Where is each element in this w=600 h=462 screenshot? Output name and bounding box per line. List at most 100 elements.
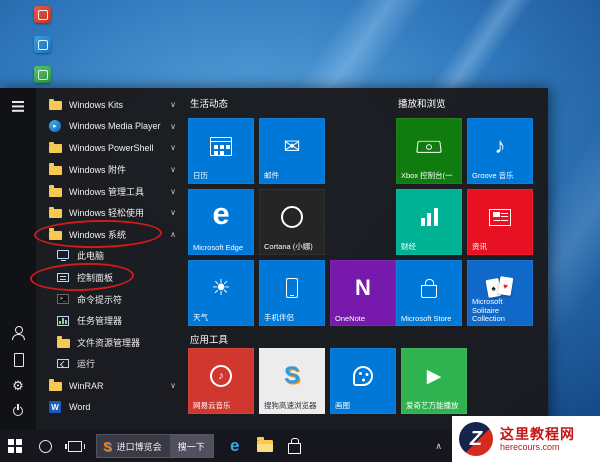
app-list-item-file-explorer[interactable]: 文件资源管理器 bbox=[36, 332, 186, 354]
app-list-item-word[interactable]: W Word bbox=[36, 396, 186, 418]
tile-money[interactable]: 财经 bbox=[396, 189, 462, 255]
start-button[interactable] bbox=[0, 430, 30, 462]
chevron-down-icon: ∨ bbox=[170, 381, 176, 391]
tile-weather[interactable]: ☀ 天气 bbox=[188, 260, 254, 326]
tile-label: 画图 bbox=[335, 401, 350, 410]
app-list-item-this-pc[interactable]: 此电脑 bbox=[36, 245, 186, 267]
tile-microsoft-store[interactable]: Microsoft Store bbox=[396, 260, 462, 326]
tile-iqiyi-player[interactable]: ▶ 爱奇艺万能播放 bbox=[401, 348, 467, 414]
desktop-shortcut-3[interactable] bbox=[34, 66, 51, 83]
app-list-item-windows-media-player[interactable]: ▸ Windows Media Player ∨ bbox=[36, 116, 186, 138]
tile-calendar[interactable]: 日历 bbox=[188, 118, 254, 184]
app-list-item-windows-accessories[interactable]: Windows 附件 ∨ bbox=[36, 159, 186, 181]
tile-cortana[interactable]: Cortana (小娜) bbox=[259, 189, 325, 255]
start-menu-rail: ⚙ bbox=[0, 88, 36, 430]
tile-label: 日历 bbox=[193, 171, 208, 180]
tray-expand-icon[interactable]: ∧ bbox=[435, 430, 442, 462]
app-list-item-run[interactable]: 运行 bbox=[36, 353, 186, 375]
sogou-icon: S bbox=[283, 362, 300, 389]
file-explorer-icon bbox=[56, 336, 70, 348]
chevron-down-icon: ∨ bbox=[170, 121, 176, 131]
tile-solitaire[interactable]: ♠ ♥ Microsoft Solitaire Collection bbox=[467, 260, 533, 326]
search-button[interactable]: 搜一下 bbox=[169, 435, 213, 457]
tile-label: Microsoft Store bbox=[401, 314, 452, 323]
calendar-icon bbox=[188, 118, 254, 174]
taskbar-search-box[interactable]: S 进口博览会 搜一下 bbox=[96, 434, 214, 458]
folder-icon bbox=[48, 98, 62, 111]
folder-icon bbox=[48, 206, 62, 219]
documents-icon[interactable] bbox=[11, 352, 25, 367]
watermark-badge: Z 这里教程网 herecours.com bbox=[452, 416, 600, 462]
app-label: 控制面板 bbox=[77, 273, 114, 284]
folder-icon bbox=[48, 163, 62, 176]
phone-icon bbox=[259, 260, 325, 316]
taskbar-store-button[interactable] bbox=[280, 430, 310, 462]
tile-xbox[interactable]: Xbox 控制台(一 bbox=[396, 118, 462, 184]
cortana-circle-icon bbox=[38, 439, 52, 453]
desktop-shortcut-2[interactable] bbox=[34, 36, 51, 53]
app-list-item-control-panel[interactable]: 控制面板 bbox=[36, 267, 186, 289]
tile-label: Cortana (小娜) bbox=[264, 242, 313, 251]
app-label: Word bbox=[69, 402, 91, 413]
settings-gear-icon[interactable]: ⚙ bbox=[11, 378, 25, 392]
task-view-button[interactable] bbox=[60, 430, 90, 462]
app-list-item-windows-ease-of-access[interactable]: Windows 轻松使用 ∨ bbox=[36, 202, 186, 224]
tile-label: 爱奇艺万能播放 bbox=[406, 401, 459, 410]
tile-label: 搜狗高速浏览器 bbox=[264, 401, 317, 410]
hamburger-menu-icon[interactable] bbox=[11, 98, 25, 112]
tile-news[interactable]: 资讯 bbox=[467, 189, 533, 255]
app-list-item-command-prompt[interactable]: >_ 命令提示符 bbox=[36, 288, 186, 310]
app-list-item-windows-system[interactable]: Windows 系统 ∧ bbox=[36, 224, 186, 246]
app-list-item-windows-kits[interactable]: Windows Kits ∨ bbox=[36, 94, 186, 116]
tile-phone-companion[interactable]: 手机伴侣 bbox=[259, 260, 325, 326]
tile-paint[interactable]: 画图 bbox=[330, 348, 396, 414]
app-label: 任务管理器 bbox=[77, 316, 123, 327]
play-icon: ▶ bbox=[426, 365, 442, 387]
computer-icon bbox=[57, 249, 69, 262]
tile-groove-music[interactable]: ♪ Groove 音乐 bbox=[467, 118, 533, 184]
tile-label: Groove 音乐 bbox=[472, 171, 514, 180]
tiles-panel: 生活动态 播放和浏览 应用工具 日历 ✉ 邮件 e Microsoft Edge… bbox=[186, 88, 548, 430]
user-account-icon[interactable] bbox=[11, 326, 25, 340]
paint-palette-icon bbox=[330, 348, 396, 404]
app-list-item-task-manager[interactable]: 任务管理器 bbox=[36, 310, 186, 332]
folder-icon bbox=[256, 437, 273, 452]
app-label: 此电脑 bbox=[77, 251, 105, 262]
heart-card: ♥ bbox=[497, 276, 514, 296]
xbox-console-icon bbox=[396, 118, 462, 174]
power-icon[interactable] bbox=[11, 404, 25, 418]
run-icon bbox=[57, 359, 69, 369]
chevron-down-icon: ∨ bbox=[170, 208, 176, 218]
watermark-site-domain: herecours.com bbox=[500, 441, 560, 452]
edge-icon: e bbox=[229, 436, 240, 455]
app-label: Windows 附件 bbox=[69, 165, 127, 176]
app-label: Windows 管理工具 bbox=[69, 186, 145, 197]
tile-label: Microsoft Solitaire Collection bbox=[472, 298, 505, 324]
tile-label: 财经 bbox=[401, 242, 416, 251]
tile-label: 邮件 bbox=[264, 171, 279, 180]
tile-microsoft-edge[interactable]: e Microsoft Edge bbox=[188, 189, 254, 255]
taskbar-file-explorer-button[interactable] bbox=[250, 430, 280, 462]
shopping-bag-icon bbox=[396, 260, 462, 316]
edge-icon: e bbox=[212, 196, 230, 231]
app-list-item-winrar[interactable]: WinRAR ∨ bbox=[36, 375, 186, 397]
cortana-icon bbox=[259, 189, 325, 245]
weather-icon: ☀ bbox=[211, 275, 231, 300]
tile-group-title: 应用工具 bbox=[190, 335, 229, 346]
desktop-shortcut-1[interactable] bbox=[34, 6, 51, 23]
taskbar-edge-button[interactable]: e bbox=[220, 430, 250, 462]
tile-label: Microsoft Edge bbox=[193, 243, 244, 252]
app-list-item-windows-powershell[interactable]: Windows PowerShell ∨ bbox=[36, 137, 186, 159]
tile-label: Xbox 控制台(一 bbox=[401, 171, 453, 180]
cortana-button[interactable] bbox=[30, 430, 60, 462]
app-label: WinRAR bbox=[69, 380, 104, 391]
tile-netease-music[interactable]: ♪ 网易云音乐 bbox=[188, 348, 254, 414]
tile-sogou-browser[interactable]: S 搜狗高速浏览器 bbox=[259, 348, 325, 414]
app-list-item-windows-admin-tools[interactable]: Windows 管理工具 ∨ bbox=[36, 180, 186, 202]
newspaper-icon bbox=[467, 189, 533, 245]
chevron-down-icon: ∨ bbox=[170, 100, 176, 110]
tile-mail[interactable]: ✉ 邮件 bbox=[259, 118, 325, 184]
tile-onenote[interactable]: N OneNote bbox=[330, 260, 396, 326]
watermark-logo: Z bbox=[459, 422, 493, 456]
chevron-up-icon: ∧ bbox=[170, 229, 176, 239]
